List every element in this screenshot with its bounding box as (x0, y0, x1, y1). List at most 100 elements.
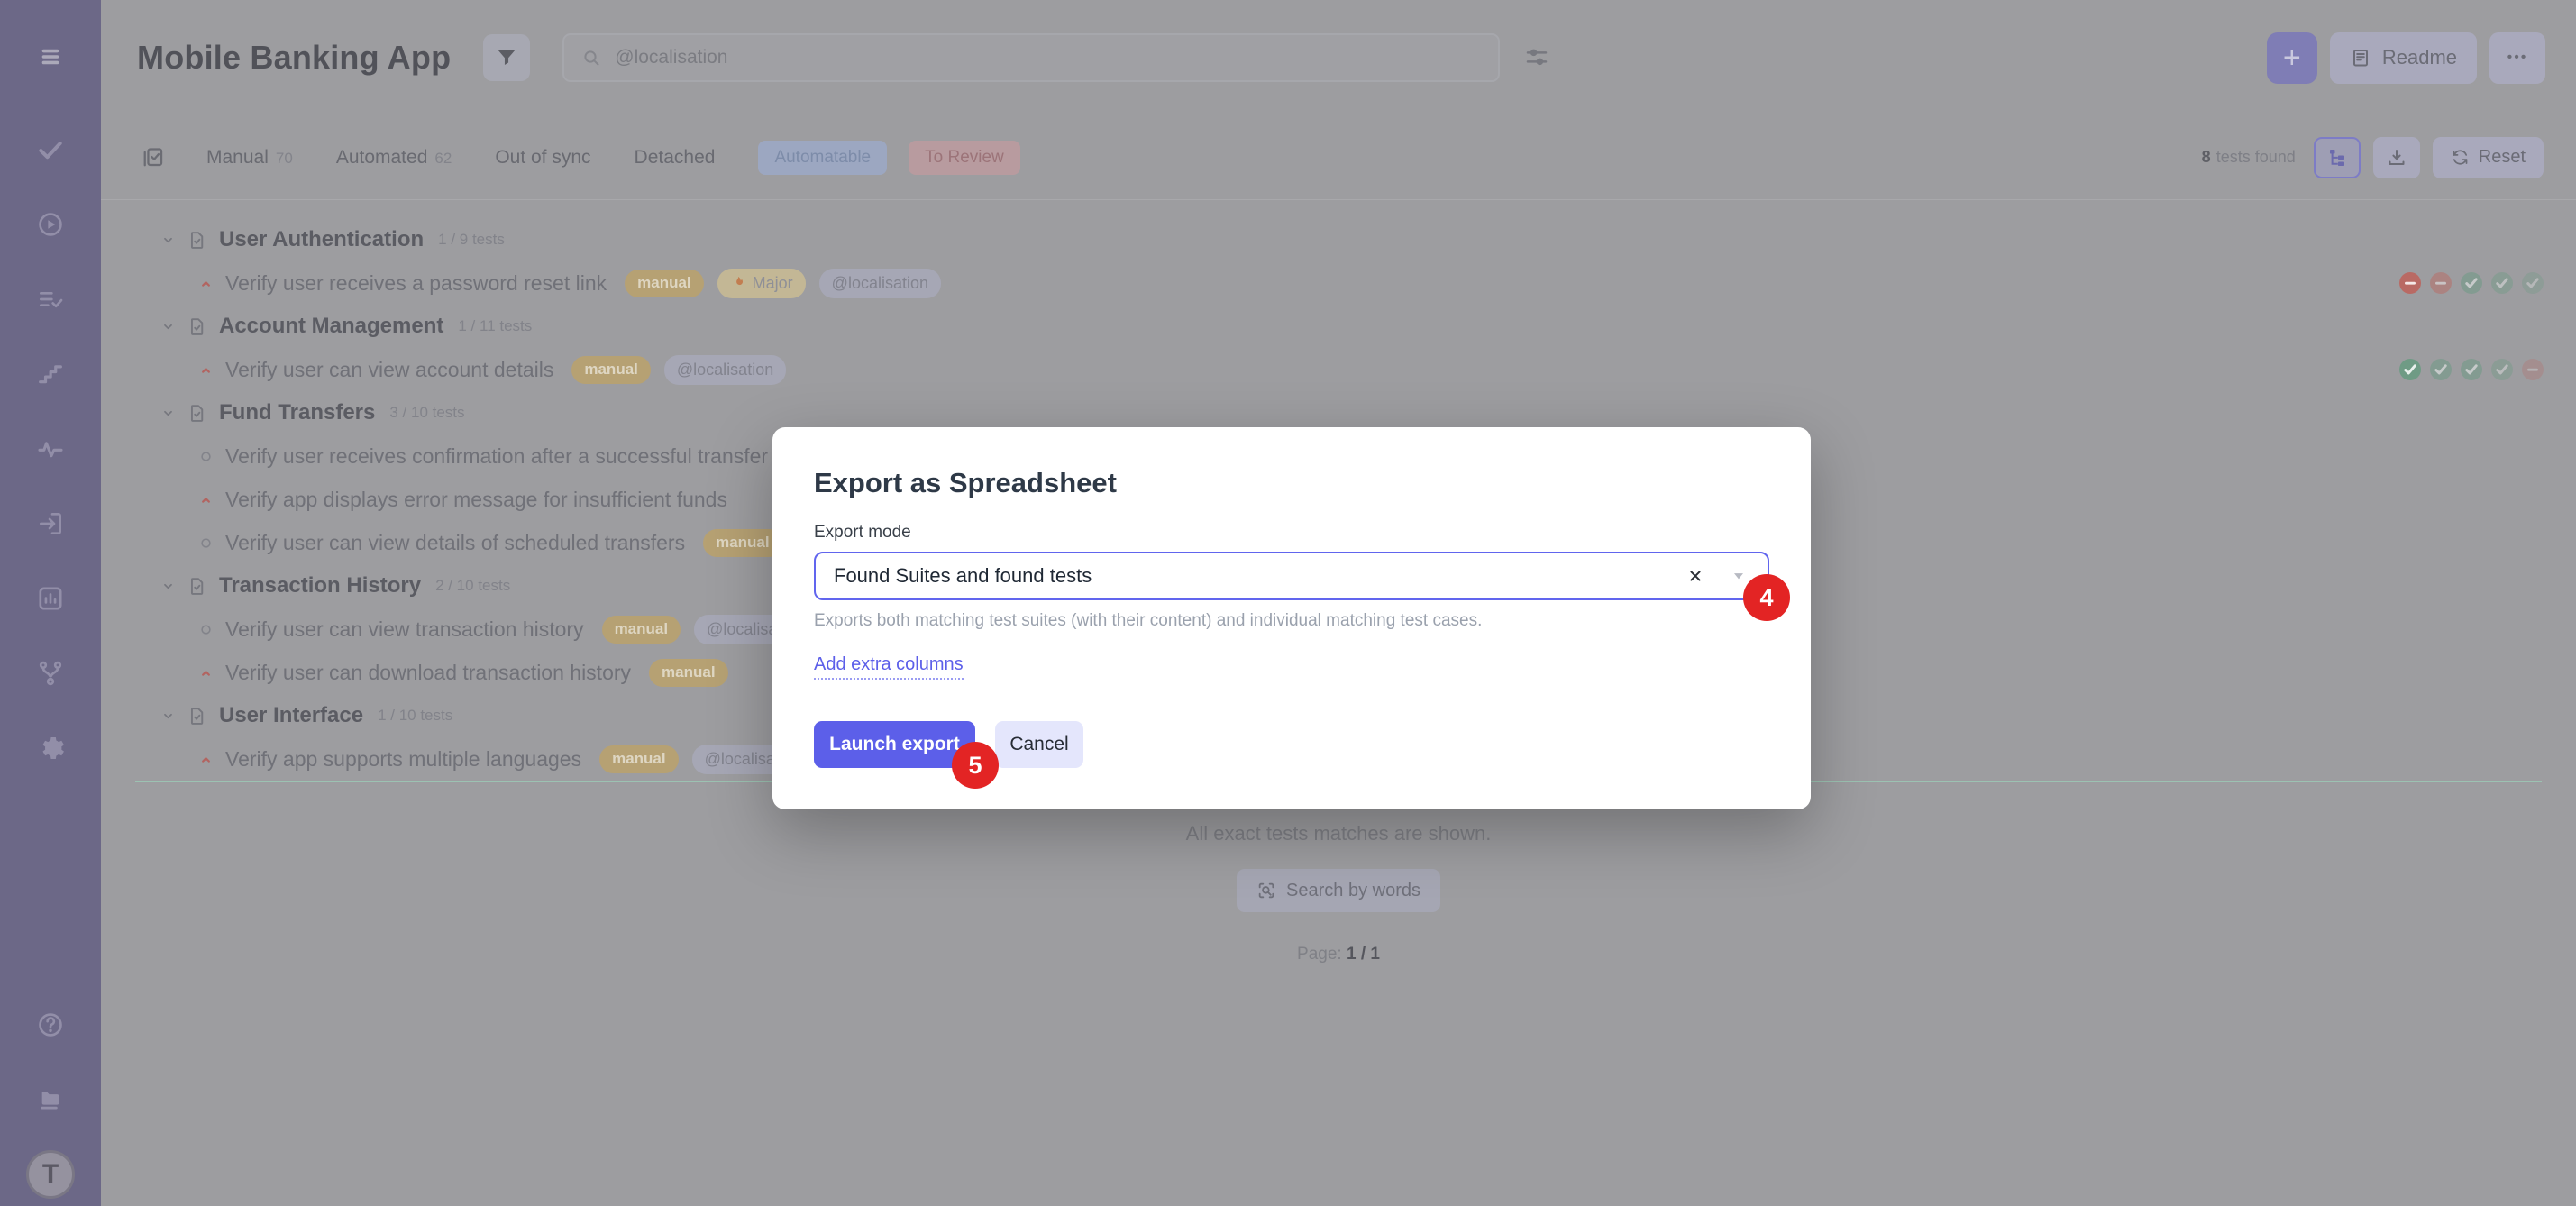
filter-pill-to-review[interactable]: To Review (909, 141, 1020, 175)
filter-item-out-of-sync[interactable]: Out of sync (495, 147, 590, 169)
test-name: Verify user can view transaction history (225, 617, 584, 642)
more-button[interactable]: ••• (2489, 32, 2545, 84)
funnel-icon (495, 46, 518, 69)
filter-item-label: Automated (336, 147, 428, 169)
search-by-words-button[interactable]: Search by words (1237, 869, 1440, 912)
filter-item-detached[interactable]: Detached (635, 147, 716, 169)
results-count: 8tests found (2202, 148, 2296, 167)
filter-item-count: 62 (434, 150, 452, 168)
run-history-dots (2399, 359, 2544, 380)
filter-items: Manual70 Automated 62 Out of sync Detached (206, 147, 758, 169)
reset-button[interactable]: Reset (2433, 137, 2544, 178)
filter-item-label: Manual (206, 147, 269, 169)
sidebar-nav (28, 127, 73, 800)
sidebar-menu-button[interactable] (28, 34, 73, 79)
export-mode-select[interactable]: Found Suites and found tests (814, 552, 1769, 600)
export-mode-help: Exports both matching test suites (with … (814, 611, 1769, 631)
filter-item-manual[interactable]: Manual70 (206, 147, 293, 169)
sidebar-bar-chart-button[interactable] (28, 576, 73, 621)
suite-document-icon (187, 706, 207, 726)
filter-item-automated[interactable]: Automated 62 (336, 147, 452, 169)
launch-export-button[interactable]: Launch export (814, 721, 975, 768)
download-button[interactable] (2373, 137, 2420, 178)
sidebar-git-branch-button[interactable] (28, 651, 73, 696)
folders-icon (36, 1084, 65, 1113)
sidebar-stairs-button[interactable] (28, 352, 73, 397)
filter-pills: Automatable To Review (758, 141, 1041, 175)
run-dot-check (2491, 272, 2513, 294)
test-name: Verify user can download transaction his… (225, 661, 631, 685)
search-box (562, 33, 1500, 82)
sidebar-check-button[interactable] (28, 127, 73, 172)
filter-item-label: Out of sync (495, 147, 590, 169)
badge-label: @localisation (677, 361, 773, 379)
test-badges: manual @localisation (571, 355, 786, 385)
badge-label: @localisation (832, 274, 928, 293)
pulse-icon (36, 434, 65, 463)
tutorial-step-badge-4: 4 (1743, 574, 1790, 621)
test-name: Verify user receives confirmation after … (225, 444, 768, 469)
test-row[interactable]: Verify user receives a password reset li… (101, 261, 2576, 305)
suite-count: 1 / 11 tests (458, 317, 532, 335)
suite-name: Transaction History (219, 573, 421, 598)
sidebar-pulse-button[interactable] (28, 426, 73, 471)
export-icon (36, 509, 65, 538)
pagination: Page: 1 / 1 (101, 945, 2576, 964)
run-dot-check (2491, 359, 2513, 380)
tree-view-toggle[interactable] (2314, 137, 2361, 178)
book-icon (2350, 47, 2371, 69)
clear-selection-icon[interactable] (1686, 567, 1704, 585)
filter-button[interactable] (483, 34, 530, 81)
chevron-down-icon (160, 708, 176, 724)
page-title: Mobile Banking App (137, 39, 451, 77)
reset-label: Reset (2479, 147, 2526, 168)
chevron-down-icon (160, 579, 176, 594)
modal-title: Export as Spreadsheet (814, 467, 1769, 499)
run-dot-check (2461, 272, 2482, 294)
cancel-button[interactable]: Cancel (995, 721, 1083, 768)
empty-state: All exact tests matches are shown. Searc… (101, 822, 2576, 964)
test-badges: manual (703, 529, 782, 557)
priority-caret-up-icon (198, 276, 214, 291)
filter-bar: Manual70 Automated 62 Out of sync Detached A… (101, 115, 2576, 200)
chevron-down-icon (160, 406, 176, 421)
priority-caret-up-icon (198, 752, 214, 767)
header: Mobile Banking App + Readme ••• (101, 0, 2576, 115)
sidebar: T (0, 0, 101, 1206)
download-icon (2386, 147, 2407, 169)
badge-label: Major (753, 274, 793, 293)
git-branch-icon (36, 659, 65, 688)
search-by-words-label: Search by words (1286, 881, 1420, 901)
badge-label: manual (716, 534, 770, 552)
checklist-icon[interactable] (141, 145, 165, 169)
sidebar-export-button[interactable] (28, 501, 73, 546)
badge-label: manual (584, 361, 638, 379)
select-caret-icon[interactable] (1730, 567, 1748, 585)
run-dot-minus (2430, 272, 2452, 294)
add-button[interactable]: + (2267, 32, 2317, 84)
sidebar-gear-button[interactable] (28, 726, 73, 771)
sidebar-list-check-button[interactable] (28, 277, 73, 322)
test-name: Verify app displays error message for in… (225, 488, 727, 512)
tutorial-step-badge-5: 5 (952, 742, 999, 789)
badge-manual: manual (602, 616, 681, 644)
sliders-icon[interactable] (1523, 44, 1550, 71)
badge-manual: manual (649, 659, 728, 687)
suite-row[interactable]: User Authentication1 / 9 tests (101, 218, 2576, 261)
filter-item-label: Detached (635, 147, 716, 169)
priority-caret-up-icon (198, 665, 214, 681)
sidebar-help-circle-button[interactable] (28, 1002, 73, 1047)
sidebar-play-circle-button[interactable] (28, 202, 73, 247)
readme-button[interactable]: Readme (2330, 32, 2477, 84)
suite-row[interactable]: Account Management1 / 11 tests (101, 305, 2576, 348)
hamburger-menu-icon (36, 42, 65, 71)
test-name: Verify user can view details of schedule… (225, 531, 685, 555)
profile-avatar[interactable]: T (26, 1150, 75, 1199)
test-row[interactable]: Verify user can view account detailsmanu… (101, 348, 2576, 391)
add-extra-columns-link[interactable]: Add extra columns (814, 654, 964, 680)
suite-document-icon (187, 403, 207, 424)
search-input[interactable] (615, 47, 1426, 69)
filter-pill-automatable[interactable]: Automatable (758, 141, 887, 175)
badge-label: manual (615, 620, 669, 638)
sidebar-folders-button[interactable] (28, 1076, 73, 1121)
